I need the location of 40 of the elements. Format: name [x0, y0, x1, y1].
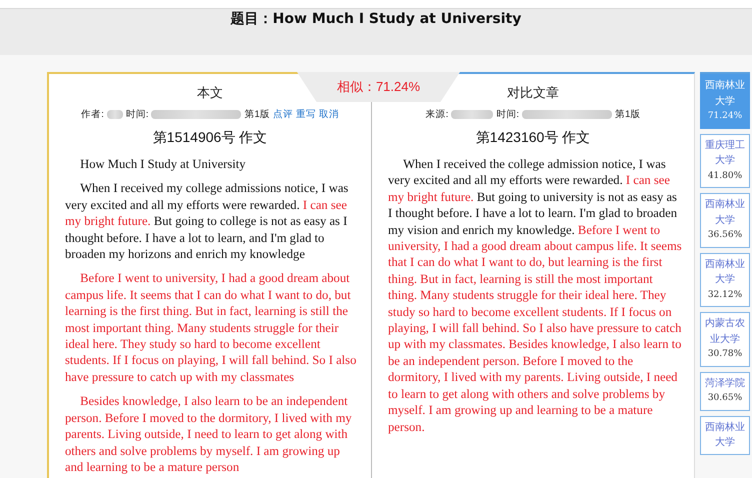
match-card[interactable]: 菏泽学院 30.65% — [700, 372, 750, 410]
meta-label: 第1版 — [614, 108, 640, 121]
match-percent: 71.24% — [706, 110, 744, 123]
school-name: 重庆理工大学 — [704, 138, 746, 168]
match-card[interactable]: 西南林业大学 — [700, 416, 750, 454]
essay-paragraph: Besides knowledge, I also learn to be an independent person. Before I moved to the dormitory, I lived with my parents. Living outside, I need to learn to get along with others and solve problems by myself. I am growing up and learning to be a mature person — [65, 393, 353, 476]
column-heading: 本文 — [197, 84, 223, 102]
match-card[interactable]: 西南林业大学 36.56% — [700, 193, 750, 248]
essay-paragraph: Before I went to university, I had a good dream about campus life. It seems that I can do what I want to do, but learning is the first thing. But in fact, learning is still the most important thing. Many students struggle for their ideal here. They study so hard to become excellent students. If I focus on playing, I will fall behind. So I also have pressure to catch up with my classmates — [65, 270, 358, 386]
meta-label: 时间: — [126, 108, 148, 121]
meta-label: 时间: — [496, 108, 519, 121]
redaction-bar — [451, 110, 494, 119]
action-link[interactable]: 取消 — [318, 108, 339, 121]
essay-number: 第1514906号 作文 — [152, 129, 268, 147]
match-percent: 41.80% — [706, 170, 744, 182]
school-name: 西南林业大学 — [704, 78, 746, 108]
school-name: 西南林业大学 — [704, 258, 746, 287]
action-link[interactable]: 重写 — [296, 108, 316, 121]
school-name: 西南林业大学 — [704, 198, 746, 228]
essay-paragraph: How Much I Study at University — [79, 156, 247, 172]
match-percent: 32.12% — [706, 288, 744, 302]
redaction-bar — [106, 110, 123, 119]
school-name: 西南林业大学 — [704, 420, 746, 450]
meta-label: 作者: — [81, 108, 104, 121]
match-card[interactable]: 重庆理工大学 41.80% — [700, 134, 750, 188]
match-card[interactable]: 内蒙古农业大学 30.78% — [700, 312, 750, 366]
page-title: 题目：How Much I Study at University — [230, 10, 522, 29]
match-percent: 36.56% — [706, 229, 744, 242]
essay-paragraph: When I received the college admission notice, I was very excited and all my efforts were rewarded. I can see my bright future. But going to university is not as easy as I thought before. I have a lot to learn. I'm glad to broaden my vision and enrich my knowledge. Before I went to university, I had a good dream about campus life. It seems that I can do what I want to do, but learning is the first thing. But in fact, learning is still the most important thing. Many students struggle for their ideal here. They study so hard to become excellent students. If I focus on playing, I will fall behind. So I also have pressure to catch up with my classmates. Besides knowledge, I also learn to be an independent person. Before I moved to the dormitory, I lived with my parents. Living outside, I need to learn to get along with others and solve problems by myself. I am growing up and learning to be a mature person. — [388, 156, 682, 435]
school-name: 内蒙古农业大学 — [704, 316, 746, 346]
match-card[interactable]: 西南林业大学 32.12% — [700, 252, 750, 307]
column-heading: 对比文章 — [507, 84, 559, 102]
match-percent: 30.65% — [706, 392, 744, 405]
action-link[interactable]: 点评 — [272, 108, 293, 121]
meta-label: 第1版 — [244, 108, 270, 121]
essay-number: 第1423160号 作文 — [474, 129, 592, 147]
match-percent: 30.78% — [706, 348, 744, 361]
school-name: 菏泽学院 — [704, 376, 746, 390]
meta-label: 来源: — [426, 108, 448, 121]
essay-paragraph: When I received my college admissions notice, I was very excited and all my efforts were rewarded. I can see my bright future. But going to college is not as easy as I thought before. I have a lot to learn, and I'm glad to broaden my horizons and enrich my knowledge — [65, 180, 350, 262]
